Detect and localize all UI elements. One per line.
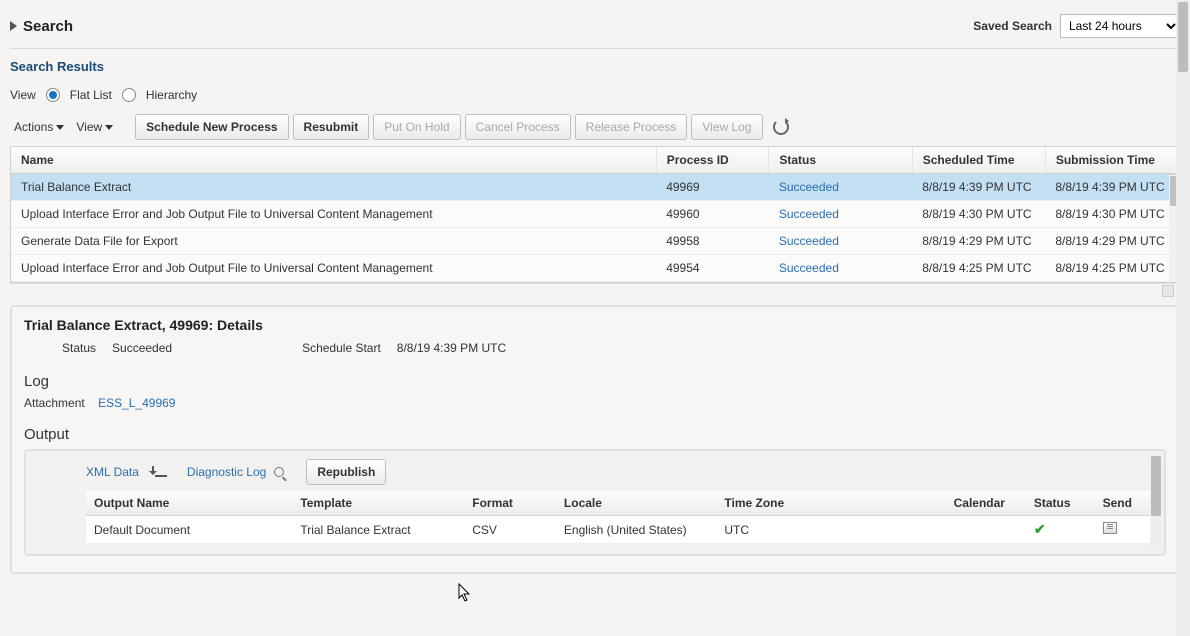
cell-submission: 8/8/19 4:39 PM UTC xyxy=(1045,174,1178,201)
grid-horizontal-scrollbar[interactable] xyxy=(10,283,1180,297)
attachment-link[interactable]: ESS_L_49969 xyxy=(98,396,175,410)
col-status[interactable]: Status xyxy=(769,147,912,174)
cell-name: Upload Interface Error and Job Output Fi… xyxy=(11,255,656,282)
output-panel: XML Data Diagnostic Log Republish Output… xyxy=(24,449,1166,556)
cancel-process-button[interactable]: Cancel Process xyxy=(465,114,571,140)
status-link[interactable]: Succeeded xyxy=(779,234,839,248)
diagnostic-log-link[interactable]: Diagnostic Log xyxy=(187,465,266,479)
cell-status: Succeeded xyxy=(769,228,912,255)
out-cell-locale: English (United States) xyxy=(556,516,716,544)
view-hierarchy-label: Hierarchy xyxy=(146,88,197,102)
cell-scheduled: 8/8/19 4:25 PM UTC xyxy=(912,255,1045,282)
out-cell-name: Default Document xyxy=(86,516,292,544)
process-grid: Name Process ID Status Scheduled Time Su… xyxy=(10,146,1180,283)
view-hierarchy-radio[interactable] xyxy=(122,88,136,102)
status-link[interactable]: Succeeded xyxy=(779,180,839,194)
out-col-calendar[interactable]: Calendar xyxy=(946,491,1026,516)
out-cell-send xyxy=(1095,516,1152,544)
out-cell-status: ✔ xyxy=(1026,516,1095,544)
chevron-down-icon xyxy=(56,125,64,130)
scrollbar-thumb[interactable] xyxy=(1178,2,1188,72)
cell-submission: 8/8/19 4:25 PM UTC xyxy=(1045,255,1178,282)
page-vertical-scrollbar[interactable] xyxy=(1176,0,1190,636)
cell-status: Succeeded xyxy=(769,201,912,228)
cell-name: Generate Data File for Export xyxy=(11,228,656,255)
actions-label: Actions xyxy=(14,120,53,134)
republish-button[interactable]: Republish xyxy=(306,459,386,485)
details-status-label: Status xyxy=(62,341,96,355)
col-scheduled[interactable]: Scheduled Time xyxy=(912,147,1045,174)
output-row[interactable]: Default DocumentTrial Balance ExtractCSV… xyxy=(86,516,1152,544)
check-icon: ✔ xyxy=(1034,521,1046,537)
col-name[interactable]: Name xyxy=(11,147,656,174)
col-process-id[interactable]: Process ID xyxy=(656,147,769,174)
chevron-down-icon xyxy=(105,125,113,130)
cell-scheduled: 8/8/19 4:29 PM UTC xyxy=(912,228,1045,255)
view-flat-label: Flat List xyxy=(70,88,112,102)
cell-submission: 8/8/19 4:30 PM UTC xyxy=(1045,201,1178,228)
mouse-cursor-icon xyxy=(458,583,472,603)
scroll-right-arrow[interactable] xyxy=(1162,285,1174,297)
expand-search-icon[interactable] xyxy=(10,21,17,31)
out-cell-format: CSV xyxy=(464,516,556,544)
out-col-status[interactable]: Status xyxy=(1026,491,1095,516)
out-cell-template: Trial Balance Extract xyxy=(292,516,464,544)
cell-scheduled: 8/8/19 4:39 PM UTC xyxy=(912,174,1045,201)
table-row[interactable]: Upload Interface Error and Job Output Fi… xyxy=(11,201,1179,228)
search-results-heading: Search Results xyxy=(10,59,1180,74)
cell-process-id: 49954 xyxy=(656,255,769,282)
magnifier-icon[interactable] xyxy=(274,467,284,477)
search-title: Search xyxy=(23,18,73,35)
table-row[interactable]: Upload Interface Error and Job Output Fi… xyxy=(11,255,1179,282)
cell-process-id: 49960 xyxy=(656,201,769,228)
cell-process-id: 49969 xyxy=(656,174,769,201)
release-process-button[interactable]: Release Process xyxy=(575,114,688,140)
out-cell-calendar xyxy=(946,516,1026,544)
schedule-new-process-button[interactable]: Schedule New Process xyxy=(135,114,288,140)
out-col-format[interactable]: Format xyxy=(464,491,556,516)
saved-search-select[interactable]: Last 24 hours xyxy=(1060,14,1180,38)
view-menu[interactable]: View xyxy=(72,118,117,136)
details-sched-value: 8/8/19 4:39 PM UTC xyxy=(397,341,506,355)
attachment-label: Attachment xyxy=(24,396,85,410)
printer-icon[interactable] xyxy=(1103,522,1117,534)
table-row[interactable]: Generate Data File for Export49958 Succee… xyxy=(11,228,1179,255)
details-title: Trial Balance Extract, 49969: Details xyxy=(24,317,1166,333)
out-col-tz[interactable]: Time Zone xyxy=(716,491,945,516)
cell-name: Trial Balance Extract xyxy=(11,174,656,201)
put-on-hold-button[interactable]: Put On Hold xyxy=(373,114,460,140)
output-heading: Output xyxy=(24,426,1166,443)
xml-data-link[interactable]: XML Data xyxy=(86,465,139,479)
details-sched-label: Schedule Start xyxy=(302,341,381,355)
out-col-locale[interactable]: Locale xyxy=(556,491,716,516)
cell-submission: 8/8/19 4:29 PM UTC xyxy=(1045,228,1178,255)
view-flat-radio[interactable] xyxy=(46,88,60,102)
out-col-name[interactable]: Output Name xyxy=(86,491,292,516)
out-col-send[interactable]: Send xyxy=(1095,491,1152,516)
saved-search-label: Saved Search xyxy=(973,19,1052,33)
status-link[interactable]: Succeeded xyxy=(779,207,839,221)
status-link[interactable]: Succeeded xyxy=(779,261,839,275)
cell-name: Upload Interface Error and Job Output Fi… xyxy=(11,201,656,228)
table-row[interactable]: Trial Balance Extract49969 Succeeded 8/8/1… xyxy=(11,174,1179,201)
cell-status: Succeeded xyxy=(769,255,912,282)
out-cell-tz: UTC xyxy=(716,516,945,544)
cell-status: Succeeded xyxy=(769,174,912,201)
output-vertical-scrollbar[interactable] xyxy=(1150,455,1162,550)
scrollbar-thumb[interactable] xyxy=(1151,456,1161,516)
details-panel: Trial Balance Extract, 49969: Details St… xyxy=(10,305,1180,574)
view-label: View xyxy=(10,88,36,102)
cell-scheduled: 8/8/19 4:30 PM UTC xyxy=(912,201,1045,228)
view-log-button[interactable]: View Log xyxy=(691,114,762,140)
refresh-icon[interactable] xyxy=(773,119,789,135)
log-heading: Log xyxy=(24,373,1166,390)
resubmit-button[interactable]: Resubmit xyxy=(293,114,370,140)
view-menu-label: View xyxy=(76,120,102,134)
out-col-template[interactable]: Template xyxy=(292,491,464,516)
details-status-value: Succeeded xyxy=(112,341,172,355)
search-panel-header: Search Saved Search Last 24 hours xyxy=(10,8,1180,49)
col-submission[interactable]: Submission Time xyxy=(1045,147,1178,174)
actions-menu[interactable]: Actions xyxy=(10,118,68,136)
cell-process-id: 49958 xyxy=(656,228,769,255)
